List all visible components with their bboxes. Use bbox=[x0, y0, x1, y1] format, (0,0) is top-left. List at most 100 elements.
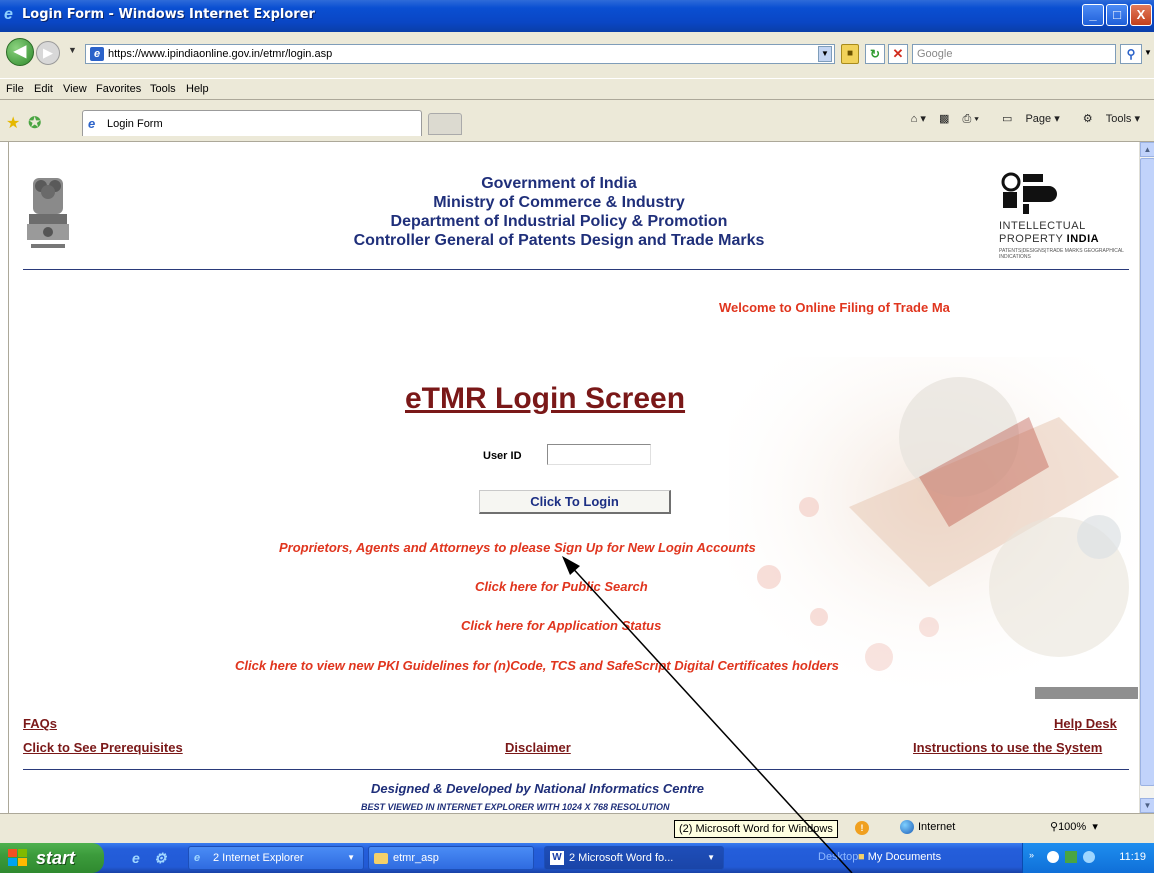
new-tab-button[interactable] bbox=[428, 113, 462, 135]
ip-india-logo-icon bbox=[1001, 172, 1057, 214]
page-header: Government of India Ministry of Commerce… bbox=[209, 174, 909, 250]
stop-button[interactable]: ✕ bbox=[888, 44, 908, 64]
scroll-down-icon[interactable]: ▼ bbox=[1140, 798, 1154, 813]
search-input[interactable]: Google bbox=[912, 44, 1116, 64]
refresh-button[interactable]: ↻ bbox=[865, 44, 885, 64]
instructions-link[interactable]: Instructions to use the System bbox=[913, 740, 1102, 755]
windows-taskbar: start e ⚙ e 2 Internet Explorer ▼ etmr_a… bbox=[0, 843, 1154, 873]
search-icon[interactable]: ⚲ bbox=[1120, 44, 1142, 64]
taskbar-item-label: 2 Microsoft Word fo... bbox=[569, 852, 674, 864]
signup-link[interactable]: Proprietors, Agents and Attorneys to ple… bbox=[279, 540, 756, 555]
menu-bar: File Edit View Favorites Tools Help bbox=[0, 78, 1154, 100]
window-titlebar: e Login Form - Windows Internet Explorer… bbox=[0, 0, 1154, 32]
start-button[interactable]: start bbox=[0, 843, 104, 873]
login-button[interactable]: Click To Login bbox=[479, 490, 671, 514]
home-icon[interactable]: ⌂ ▾ bbox=[911, 113, 926, 125]
add-favorites-icon[interactable]: ✪ bbox=[28, 113, 41, 133]
menu-help[interactable]: Help bbox=[186, 83, 209, 95]
globe-icon bbox=[900, 820, 914, 834]
tab-login-form[interactable]: e Login Form bbox=[82, 110, 422, 136]
security-zone-label: Internet bbox=[918, 820, 956, 833]
minimize-button[interactable]: _ bbox=[1082, 4, 1104, 26]
my-documents-toolbar[interactable]: ■ My Documents bbox=[858, 851, 941, 863]
decorative-bar bbox=[1035, 687, 1138, 699]
best-viewed-text: BEST VIEWED IN INTERNET EXPLORER WITH 10… bbox=[361, 802, 670, 812]
back-button[interactable]: ◀ bbox=[6, 38, 34, 66]
address-field[interactable]: e https://www.ipindiaonline.gov.in/etmr/… bbox=[85, 44, 835, 64]
quicklaunch-ie-icon[interactable]: e bbox=[132, 850, 140, 866]
application-status-link[interactable]: Click here for Application Status bbox=[461, 618, 661, 633]
address-toolbar: ◀ ▶ ▼ e https://www.ipindiaonline.gov.in… bbox=[0, 32, 1154, 78]
command-icons: ⌂ ▾ ▩ ⎙ ▾ ▭ Page ▾ ⚙ Tools ▾ bbox=[901, 112, 1140, 126]
public-search-link[interactable]: Click here for Public Search bbox=[475, 579, 648, 594]
close-button[interactable]: X bbox=[1130, 4, 1152, 26]
zoom-level[interactable]: ⚲100% ▾ bbox=[1050, 820, 1098, 833]
antivirus-icon[interactable] bbox=[1083, 851, 1095, 863]
network-icon[interactable] bbox=[1065, 851, 1077, 863]
designed-by-text: Designed & Developed by National Informa… bbox=[371, 781, 705, 796]
forward-button[interactable]: ▶ bbox=[36, 41, 60, 65]
tray-expand-icon[interactable]: » bbox=[1029, 850, 1034, 860]
menu-view[interactable]: View bbox=[63, 83, 87, 95]
folder-icon bbox=[374, 853, 388, 864]
prerequisites-link[interactable]: Click to See Prerequisites bbox=[23, 740, 183, 755]
print-icon[interactable]: ⎙ ▾ bbox=[962, 113, 978, 125]
taskbar-item-folder[interactable]: etmr_asp bbox=[368, 846, 534, 870]
start-label: start bbox=[36, 848, 76, 868]
address-url: https://www.ipindiaonline.gov.in/etmr/lo… bbox=[108, 48, 333, 60]
quicklaunch-browser-icon[interactable]: ⚙ bbox=[154, 850, 167, 867]
scroll-up-icon[interactable]: ▲ bbox=[1140, 142, 1154, 157]
menu-edit[interactable]: Edit bbox=[34, 83, 53, 95]
login-title: eTMR Login Screen bbox=[405, 382, 686, 415]
menu-tools[interactable]: Tools bbox=[150, 83, 176, 95]
page-menu-icon: ▭ bbox=[1001, 113, 1013, 125]
window-title: Login Form - Windows Internet Explorer bbox=[22, 7, 315, 22]
scroll-thumb[interactable] bbox=[1140, 158, 1154, 786]
vertical-scrollbar[interactable]: ▲ ▼ bbox=[1139, 142, 1154, 813]
header-divider bbox=[23, 269, 1129, 270]
menu-file[interactable]: File bbox=[6, 83, 24, 95]
disclaimer-link[interactable]: Disclaimer bbox=[505, 740, 571, 755]
windows-flag-icon bbox=[8, 849, 27, 866]
search-dropdown-icon[interactable]: ▼ bbox=[1144, 48, 1152, 57]
taskbar-tooltip: (2) Microsoft Word for Windows bbox=[674, 820, 838, 838]
favorites-center-icon[interactable]: ★ bbox=[6, 113, 20, 133]
security-zone[interactable]: Internet bbox=[900, 820, 955, 834]
feeds-icon[interactable]: ▩ bbox=[939, 113, 949, 125]
zoom-icon: ⚲ bbox=[1050, 821, 1059, 833]
header-line-3: Department of Industrial Policy & Promot… bbox=[390, 213, 728, 230]
desktop-toolbar-label[interactable]: Desktop bbox=[818, 851, 858, 863]
taskbar-item-label: 2 Internet Explorer bbox=[213, 852, 304, 864]
maximize-button[interactable]: □ bbox=[1106, 4, 1128, 26]
header-line-1: Government of India bbox=[481, 175, 637, 192]
lock-icon[interactable]: ■ bbox=[841, 44, 859, 64]
menu-favorites[interactable]: Favorites bbox=[96, 83, 141, 95]
help-desk-link[interactable]: Help Desk bbox=[1054, 716, 1117, 731]
gear-icon: ⚙ bbox=[1082, 113, 1093, 125]
taskbar-item-word[interactable]: W 2 Microsoft Word fo... ▼ bbox=[544, 846, 724, 870]
userid-field[interactable] bbox=[547, 444, 651, 465]
my-documents-label: My Documents bbox=[867, 851, 942, 863]
national-emblem-icon bbox=[27, 178, 69, 248]
page-menu-button[interactable]: ▭ Page ▾ bbox=[992, 113, 1060, 125]
address-dropdown-icon[interactable]: ▼ bbox=[818, 46, 832, 62]
tools-menu-button[interactable]: ⚙ Tools ▾ bbox=[1073, 113, 1140, 125]
page-icon: e bbox=[90, 47, 104, 61]
ie-icon: e bbox=[194, 852, 201, 864]
header-line-4: Controller General of Patents Design and… bbox=[353, 232, 765, 249]
recent-pages-dropdown[interactable]: ▼ bbox=[68, 45, 77, 55]
logo-line-2b: INDIA bbox=[1066, 233, 1100, 245]
group-dropdown-icon: ▼ bbox=[347, 853, 355, 862]
folder-icon: ■ bbox=[858, 851, 865, 863]
clock[interactable]: 11:19 bbox=[1119, 851, 1146, 863]
faqs-link[interactable]: FAQs bbox=[23, 716, 57, 731]
background-artwork bbox=[729, 357, 1138, 707]
ip-india-logo: INTELLECTUAL PROPERTY INDIA PATENTS|DESI… bbox=[999, 172, 1129, 262]
tray-app-icon[interactable] bbox=[1047, 851, 1059, 863]
logo-line-3: PATENTS|DESIGNS|TRADE MARKS GEOGRAPHICAL… bbox=[999, 248, 1124, 260]
tab-label: Login Form bbox=[107, 118, 163, 130]
pki-guidelines-link[interactable]: Click here to view new PKI Guidelines fo… bbox=[235, 658, 839, 673]
system-tray: » 11:19 bbox=[1022, 843, 1154, 873]
protected-mode-icon[interactable]: ! bbox=[855, 821, 869, 835]
taskbar-item-ie[interactable]: e 2 Internet Explorer ▼ bbox=[188, 846, 364, 870]
